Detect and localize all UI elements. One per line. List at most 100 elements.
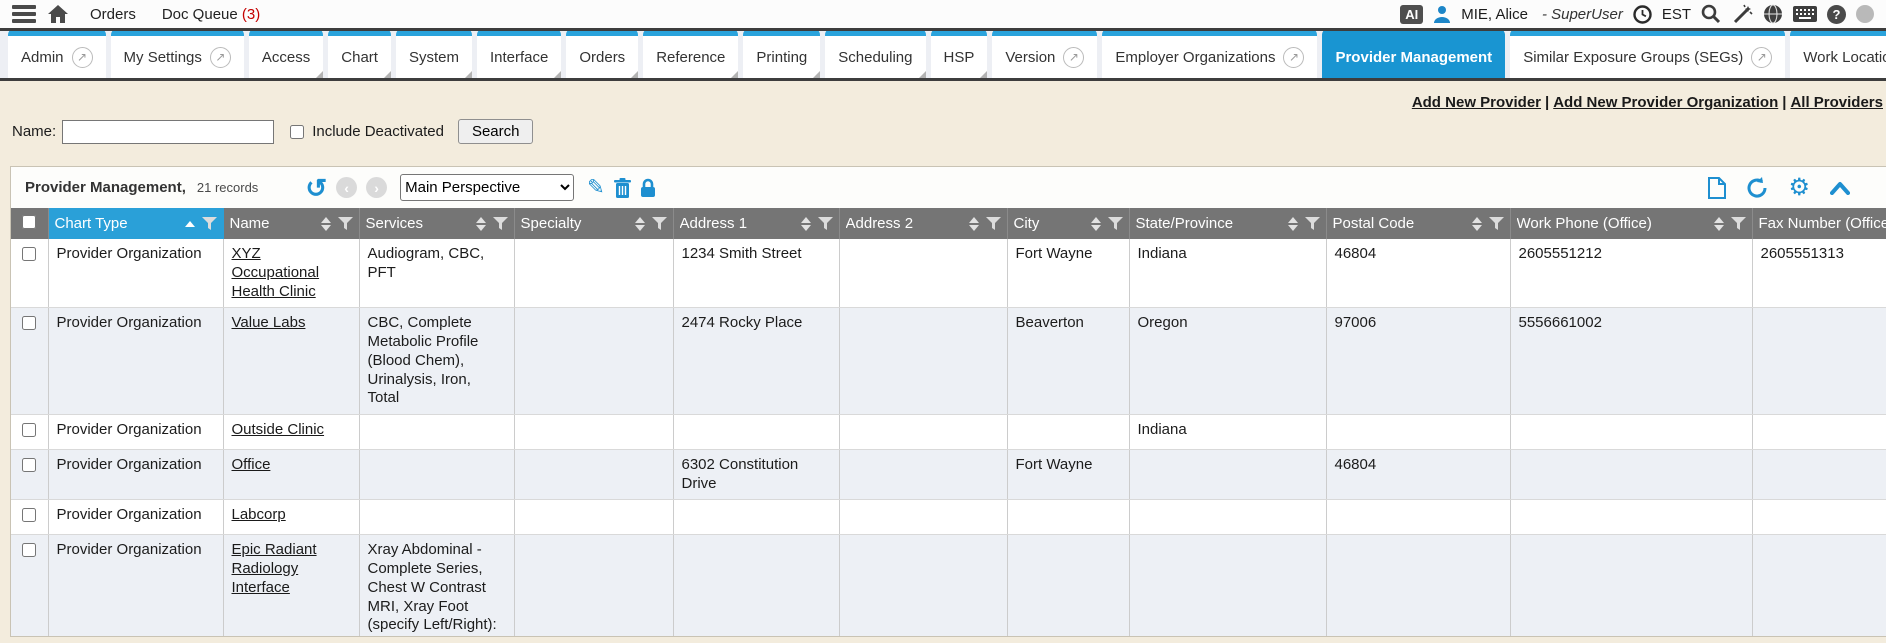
tab-version[interactable]: Version↗ (992, 31, 1097, 78)
column-header-city[interactable]: City (1007, 208, 1129, 239)
provider-name-link[interactable]: Epic Radiant Radiology Interface (232, 541, 317, 596)
sort-icon[interactable] (969, 217, 979, 231)
back-icon[interactable]: ‹ (336, 177, 357, 198)
tab-provider-management[interactable]: Provider Management (1322, 31, 1505, 78)
new-document-icon[interactable] (1708, 177, 1726, 199)
filter-funnel-icon[interactable] (1731, 217, 1746, 230)
wand-icon[interactable] (1731, 4, 1753, 24)
tab-chart[interactable]: Chart (328, 31, 391, 78)
filter-funnel-icon[interactable] (1489, 217, 1504, 230)
column-header-work-phone-office[interactable]: Work Phone (Office) (1510, 208, 1752, 239)
clock-icon[interactable] (1633, 5, 1652, 24)
status-circle-icon[interactable] (1856, 5, 1874, 23)
all-providers-link[interactable]: All Providers (1790, 94, 1883, 111)
filter-funnel-icon[interactable] (202, 217, 217, 230)
perspective-select[interactable]: Main Perspective (400, 174, 574, 201)
include-deactivated-checkbox[interactable] (290, 125, 304, 139)
refresh-icon[interactable] (1746, 177, 1768, 199)
column-header-address-2[interactable]: Address 2 (839, 208, 1007, 239)
row-checkbox[interactable] (22, 543, 36, 557)
globe-icon[interactable] (1763, 4, 1783, 24)
ai-badge[interactable]: AI (1400, 5, 1423, 24)
row-checkbox[interactable] (22, 423, 36, 437)
select-all-header[interactable] (11, 208, 48, 239)
sort-icon[interactable] (321, 217, 331, 231)
undo-icon[interactable]: ↺ (305, 178, 327, 198)
keyboard-icon[interactable] (1793, 6, 1817, 22)
external-link-icon[interactable]: ↗ (1751, 47, 1772, 68)
column-header-services[interactable]: Services (359, 208, 514, 239)
row-checkbox[interactable] (22, 458, 36, 472)
row-checkbox[interactable] (22, 247, 36, 261)
row-checkbox[interactable] (22, 316, 36, 330)
forward-icon[interactable]: › (366, 177, 387, 198)
external-link-icon[interactable]: ↗ (210, 47, 231, 68)
hamburger-menu-icon[interactable] (12, 5, 36, 23)
search-icon[interactable] (1701, 4, 1721, 24)
column-header-address-1[interactable]: Address 1 (673, 208, 839, 239)
submenu-corner-icon (813, 71, 820, 78)
external-link-icon[interactable]: ↗ (72, 47, 93, 68)
sort-icon[interactable] (1472, 217, 1482, 231)
sort-icon[interactable] (1714, 217, 1724, 231)
name-input[interactable] (62, 120, 274, 144)
tab-employer-organizations[interactable]: Employer Organizations↗ (1102, 31, 1317, 78)
trash-icon[interactable] (614, 178, 631, 198)
tab-work-locations[interactable]: Work Locations↗ (1790, 31, 1886, 78)
filter-funnel-icon[interactable] (493, 217, 508, 230)
timezone-label[interactable]: EST (1662, 6, 1691, 23)
select-all-checkbox[interactable] (22, 215, 36, 229)
provider-name-link[interactable]: Value Labs (232, 314, 306, 331)
tab-similar-exposure-groups-segs[interactable]: Similar Exposure Groups (SEGs)↗ (1510, 31, 1785, 78)
nav-orders[interactable]: Orders (90, 6, 136, 23)
user-name[interactable]: MIE, Alice (1461, 6, 1528, 23)
add-new-provider-link[interactable]: Add New Provider (1412, 94, 1541, 111)
filter-funnel-icon[interactable] (1305, 217, 1320, 230)
edit-pencil-icon[interactable]: ✎ (587, 175, 605, 200)
sort-icon[interactable] (476, 217, 486, 231)
search-button[interactable]: Search (458, 119, 534, 144)
column-header-state-province[interactable]: State/Province (1129, 208, 1326, 239)
sort-icon[interactable] (635, 217, 645, 231)
column-header-specialty[interactable]: Specialty (514, 208, 673, 239)
cell-services: Xray Abdominal - Complete Series, Chest … (359, 535, 514, 637)
column-header-name[interactable]: Name (223, 208, 359, 239)
column-header-fax-number-office[interactable]: Fax Number (Office) (1752, 208, 1886, 239)
tab-system[interactable]: System (396, 31, 472, 78)
sort-icon[interactable] (801, 217, 811, 231)
collapse-chevron-icon[interactable] (1830, 181, 1850, 195)
provider-name-link[interactable]: XYZ Occupational Health Clinic (232, 245, 320, 300)
filter-funnel-icon[interactable] (986, 217, 1001, 230)
tab-hsp[interactable]: HSP (931, 31, 988, 78)
user-icon[interactable] (1433, 5, 1451, 23)
home-icon[interactable] (48, 5, 68, 23)
settings-gear-icon[interactable]: ⚙ (1788, 178, 1810, 198)
external-link-icon[interactable]: ↗ (1283, 47, 1304, 68)
provider-name-link[interactable]: Office (232, 456, 271, 473)
tab-scheduling[interactable]: Scheduling (825, 31, 925, 78)
tab-my-settings[interactable]: My Settings↗ (111, 31, 244, 78)
filter-funnel-icon[interactable] (818, 217, 833, 230)
sort-asc-icon[interactable] (185, 221, 195, 227)
column-header-postal-code[interactable]: Postal Code (1326, 208, 1510, 239)
row-checkbox[interactable] (22, 508, 36, 522)
tab-reference[interactable]: Reference (643, 31, 738, 78)
tab-admin[interactable]: Admin↗ (8, 31, 106, 78)
provider-name-link[interactable]: Labcorp (232, 506, 286, 523)
tab-access[interactable]: Access (249, 31, 323, 78)
lock-icon[interactable] (640, 178, 656, 198)
column-header-chart-type[interactable]: Chart Type (48, 208, 223, 239)
tab-orders[interactable]: Orders (566, 31, 638, 78)
nav-doc-queue[interactable]: Doc Queue (3) (162, 6, 260, 23)
filter-funnel-icon[interactable] (652, 217, 667, 230)
filter-funnel-icon[interactable] (1108, 217, 1123, 230)
help-icon[interactable]: ? (1827, 5, 1846, 24)
tab-interface[interactable]: Interface (477, 31, 561, 78)
sort-icon[interactable] (1288, 217, 1298, 231)
sort-icon[interactable] (1091, 217, 1101, 231)
provider-name-link[interactable]: Outside Clinic (232, 421, 325, 438)
external-link-icon[interactable]: ↗ (1063, 47, 1084, 68)
tab-printing[interactable]: Printing (743, 31, 820, 78)
add-new-provider-organization-link[interactable]: Add New Provider Organization (1553, 94, 1778, 111)
filter-funnel-icon[interactable] (338, 217, 353, 230)
